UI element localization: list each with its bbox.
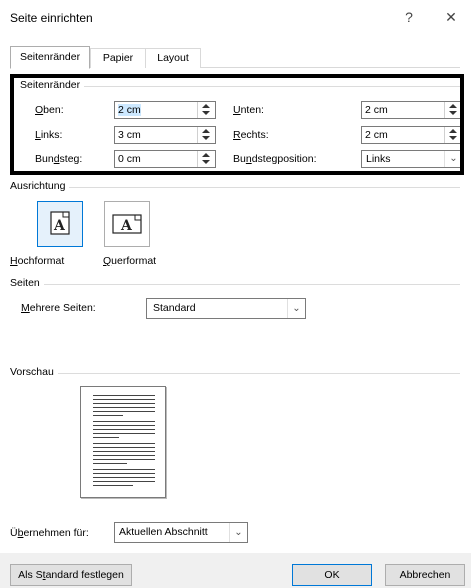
chevron-down-icon[interactable]: ⌄ xyxy=(229,523,247,542)
tab-strip: Seitenränder Papier Layout xyxy=(10,46,460,69)
preview-page xyxy=(80,386,166,498)
orientation-group-line xyxy=(10,187,460,188)
apply-to-select[interactable]: Aktuellen Abschnitt ⌄ xyxy=(114,522,248,543)
cancel-button[interactable]: Abbrechen xyxy=(385,564,465,586)
apply-to-label: Übernehmen für: xyxy=(10,527,89,539)
tab-papier[interactable]: Papier xyxy=(90,48,146,68)
tab-seitenraender[interactable]: Seitenränder xyxy=(10,46,90,69)
preview-line xyxy=(93,477,155,478)
preview-line xyxy=(93,403,155,404)
preview-group-label: Vorschau xyxy=(10,366,58,378)
preview-line xyxy=(93,437,119,438)
preview-line xyxy=(93,433,155,434)
landscape-page-icon: A xyxy=(112,214,142,234)
landscape-button[interactable]: A xyxy=(104,201,150,247)
preview-line xyxy=(93,443,155,444)
chevron-down-icon[interactable]: ⌄ xyxy=(287,299,305,318)
multiple-pages-label: Mehrere Seiten: xyxy=(21,302,96,314)
set-as-default-button[interactable]: Als Standard festlegen xyxy=(10,564,132,586)
preview-line xyxy=(93,459,155,460)
preview-line xyxy=(93,407,155,408)
preview-line xyxy=(93,481,155,482)
preview-line xyxy=(93,447,155,448)
orientation-group-label: Ausrichtung xyxy=(10,180,70,192)
preview-line xyxy=(93,425,155,426)
portrait-label: Hochformat xyxy=(10,255,65,267)
preview-line xyxy=(93,429,155,430)
preview-line xyxy=(93,469,155,470)
pages-group-line xyxy=(10,284,460,285)
preview-line xyxy=(93,463,127,464)
preview-line xyxy=(93,485,133,486)
multiple-pages-select[interactable]: Standard ⌄ xyxy=(146,298,306,319)
close-button[interactable]: ✕ xyxy=(440,6,462,28)
help-button[interactable]: ? xyxy=(398,6,420,28)
dialog-title: Seite einrichten xyxy=(10,11,93,25)
preview-line xyxy=(93,415,123,416)
apply-to-value: Aktuellen Abschnitt xyxy=(119,526,208,538)
preview-line xyxy=(93,411,155,412)
tab-layout[interactable]: Layout xyxy=(145,48,201,68)
preview-line xyxy=(93,451,155,452)
portrait-page-icon: A xyxy=(50,211,70,235)
close-icon: ✕ xyxy=(445,9,457,25)
portrait-button[interactable]: A xyxy=(37,201,83,247)
highlight-frame xyxy=(10,74,464,175)
preview-group-line xyxy=(10,373,460,374)
multiple-pages-value: Standard xyxy=(153,302,196,314)
preview-line xyxy=(93,473,155,474)
svg-text:A: A xyxy=(120,218,133,234)
preview-line xyxy=(93,421,155,422)
preview-line xyxy=(93,395,155,396)
ok-button[interactable]: OK xyxy=(292,564,372,586)
landscape-label: Querformat xyxy=(103,255,157,267)
preview-line xyxy=(93,455,155,456)
pages-group-label: Seiten xyxy=(10,277,44,289)
preview-line xyxy=(93,399,155,400)
svg-text:A: A xyxy=(53,218,66,234)
